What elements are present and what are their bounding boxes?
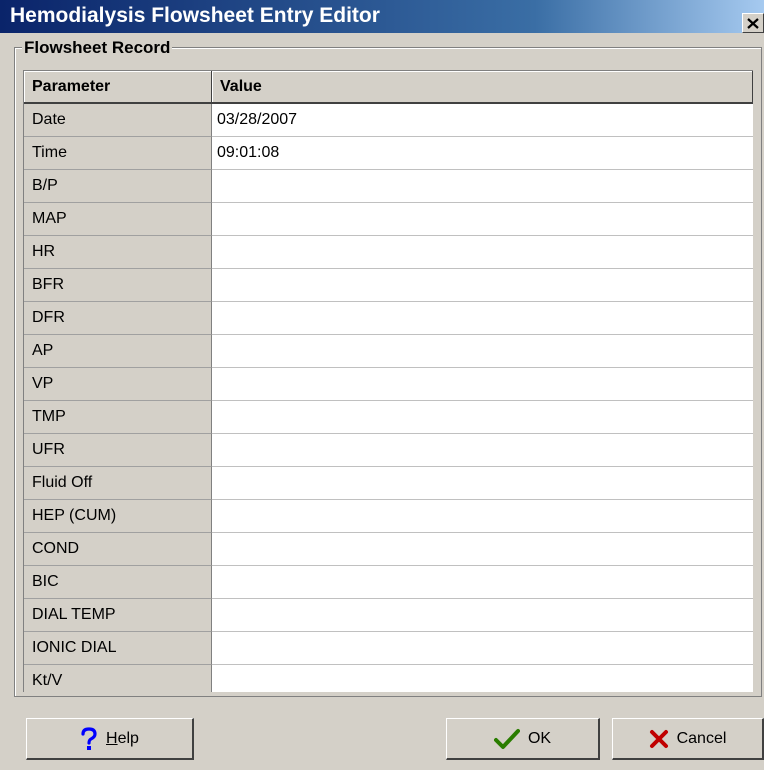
table-row[interactable]: IONIC DIAL [24,632,753,665]
value-cell[interactable] [212,170,753,203]
value-cell[interactable] [212,434,753,467]
parameter-cell: TMP [24,401,212,434]
value-cell[interactable] [212,236,753,269]
window-title: Hemodialysis Flowsheet Entry Editor [10,4,380,27]
parameter-cell: COND [24,533,212,566]
title-bar: Hemodialysis Flowsheet Entry Editor [0,0,764,33]
table-row[interactable]: MAP [24,203,753,236]
value-cell[interactable] [212,269,753,302]
close-button[interactable] [742,13,764,33]
parameter-cell: MAP [24,203,212,236]
parameter-cell: Date [24,104,212,137]
value-cell[interactable] [212,500,753,533]
help-button[interactable]: Help [26,718,194,760]
parameter-cell: Time [24,137,212,170]
value-cell[interactable] [212,566,753,599]
value-cell[interactable] [212,335,753,368]
table-row[interactable]: DIAL TEMP [24,599,753,632]
table-row[interactable]: BIC [24,566,753,599]
x-icon [649,729,669,749]
value-cell[interactable]: 09:01:08 [212,137,753,170]
value-cell[interactable] [212,467,753,500]
parameter-cell: HR [24,236,212,269]
parameter-cell: DIAL TEMP [24,599,212,632]
table-row[interactable]: VP [24,368,753,401]
ok-label: OK [527,729,552,747]
parameter-cell: AP [24,335,212,368]
parameter-cell: Fluid Off [24,467,212,500]
table-row[interactable]: TMP [24,401,753,434]
parameter-cell: VP [24,368,212,401]
parameter-cell: BIC [24,566,212,599]
close-icon [747,17,759,29]
value-cell[interactable] [212,401,753,434]
value-cell[interactable] [212,203,753,236]
table-row[interactable]: COND [24,533,753,566]
table-row[interactable]: B/P [24,170,753,203]
table-row[interactable]: DFR [24,302,753,335]
parameter-cell: HEP (CUM) [24,500,212,533]
parameter-cell: UFR [24,434,212,467]
value-cell[interactable] [212,665,753,692]
table-row[interactable]: AP [24,335,753,368]
parameter-cell: B/P [24,170,212,203]
value-cell[interactable] [212,302,753,335]
value-cell[interactable] [212,368,753,401]
flowsheet-record-label: Flowsheet Record [22,38,173,58]
parameter-cell: DFR [24,302,212,335]
table-row[interactable]: Date 03/28/2007 [24,104,753,137]
column-header-value[interactable]: Value [212,71,753,104]
value-cell[interactable]: 03/28/2007 [212,104,753,137]
cancel-button[interactable]: Cancel [612,718,764,760]
parameter-cell: Kt/V [24,665,212,692]
table-row[interactable]: Fluid Off [24,467,753,500]
ok-button[interactable]: OK [446,718,600,760]
table-row[interactable]: Kt/V [24,665,753,692]
value-cell[interactable] [212,599,753,632]
flowsheet-grid: Parameter Value Date 03/28/2007 Time 09:01:… [23,70,753,692]
value-cell[interactable] [212,632,753,665]
table-row[interactable]: HEP (CUM) [24,500,753,533]
checkmark-icon [493,728,520,750]
parameter-cell: IONIC DIAL [24,632,212,665]
value-cell[interactable] [212,533,753,566]
column-header-parameter[interactable]: Parameter [24,71,212,104]
cancel-label: Cancel [676,729,727,747]
table-row[interactable]: Time 09:01:08 [24,137,753,170]
parameter-cell: BFR [24,269,212,302]
question-icon [80,726,98,751]
table-row[interactable]: BFR [24,269,753,302]
table-row[interactable]: HR [24,236,753,269]
help-label: Help [106,729,139,747]
table-row[interactable]: UFR [24,434,753,467]
